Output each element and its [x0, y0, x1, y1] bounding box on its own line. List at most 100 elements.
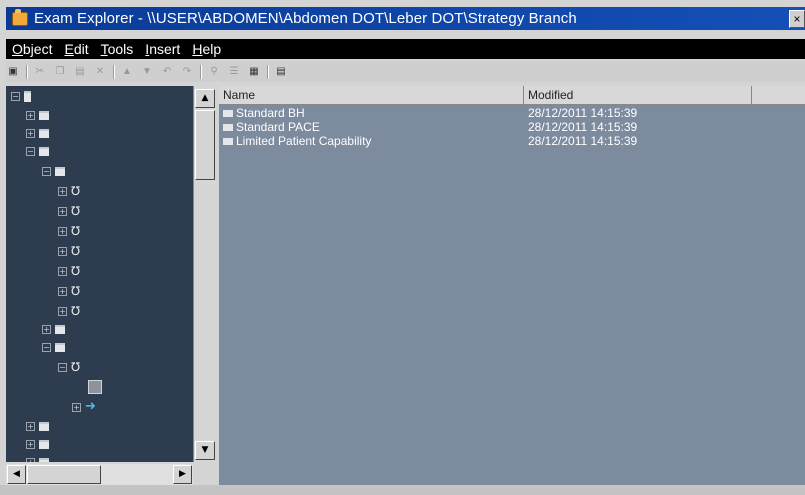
folder-icon	[55, 166, 65, 176]
tree-node[interactable]: + ➜	[72, 400, 96, 414]
menu-edit[interactable]: Edit	[64, 41, 88, 57]
list-item[interactable]: Standard BH 28/12/2011 14:15:39	[219, 106, 805, 120]
print-icon[interactable]: ▤	[274, 66, 288, 78]
view-icon[interactable]: ▣	[6, 66, 20, 78]
tree-node[interactable]: −	[42, 340, 65, 354]
tree-node[interactable]: +	[26, 108, 49, 122]
tree-node[interactable]: −	[11, 89, 31, 103]
stethoscope-icon: ℧	[71, 244, 81, 258]
tree-node[interactable]: +	[26, 126, 49, 140]
scroll-up-button[interactable]: ▲	[195, 89, 215, 108]
expand-icon[interactable]: +	[58, 206, 67, 216]
horizontal-scroll-thumb[interactable]	[27, 465, 101, 484]
arrow-icon: ➜	[85, 399, 96, 414]
scroll-right-button[interactable]: ▶	[173, 465, 192, 484]
toolbar: ▣ ✂ ❐ ▤ ✕ ▲ ▼ ↶ ↷ ⚲ ☰ ▦ ▤	[6, 61, 805, 82]
list-item-modified: 28/12/2011 14:15:39	[528, 106, 638, 120]
list-pane[interactable]: Name Modified Standard BH 28/12/2011 14:1…	[219, 86, 805, 485]
close-button[interactable]: ×	[789, 10, 805, 28]
list-item[interactable]: Standard PACE 28/12/2011 14:15:39	[219, 120, 805, 134]
up-icon[interactable]: ▲	[120, 66, 134, 78]
down-icon[interactable]: ▼	[140, 66, 154, 78]
list-item-label: Standard BH	[236, 106, 305, 120]
tree-horizontal-scrollbar[interactable]: ◀ ▶	[6, 464, 193, 485]
folder-icon	[39, 110, 49, 120]
toolbar-separator	[26, 64, 28, 79]
stethoscope-icon: ℧	[71, 204, 81, 218]
tree-node[interactable]: + ℧	[58, 264, 80, 278]
toolbar-separator	[267, 64, 269, 79]
stethoscope-icon: ℧	[71, 284, 81, 298]
tree-node[interactable]: + ℧	[58, 304, 80, 318]
list-item-modified: 28/12/2011 14:15:39	[528, 120, 638, 134]
expand-icon[interactable]: +	[26, 457, 35, 462]
tree-node[interactable]: + ℧	[58, 224, 80, 238]
menu-object[interactable]: Object	[12, 41, 52, 57]
expand-icon[interactable]: +	[58, 186, 67, 196]
menu-help[interactable]: Help	[192, 41, 221, 57]
folder-icon	[39, 457, 49, 462]
collapse-icon[interactable]: −	[26, 146, 35, 156]
cut-icon[interactable]: ✂	[33, 66, 47, 78]
copy-icon[interactable]: ❐	[53, 66, 67, 78]
tree-node[interactable]: − ℧	[58, 360, 80, 374]
folder-icon	[39, 128, 49, 138]
find-icon[interactable]: ⚲	[207, 66, 221, 78]
scroll-down-button[interactable]: ▼	[195, 441, 215, 460]
tree-node[interactable]: +	[26, 419, 49, 433]
expand-icon[interactable]: +	[26, 110, 35, 120]
expand-icon[interactable]: +	[26, 439, 35, 449]
tree-node[interactable]: + ℧	[58, 184, 80, 198]
strategy-icon	[223, 123, 233, 131]
tree-vertical-scrollbar[interactable]: ▲ ▼	[193, 86, 216, 462]
tree-node[interactable]	[88, 380, 102, 394]
save-icon[interactable]: ▦	[247, 66, 261, 78]
tree-node[interactable]: +	[42, 322, 65, 336]
expand-icon[interactable]: +	[58, 306, 67, 316]
menu-insert[interactable]: Insert	[145, 41, 180, 57]
tree-node[interactable]: + ℧	[58, 244, 80, 258]
menu-tools[interactable]: Tools	[101, 41, 134, 57]
title-bar[interactable]: Exam Explorer - \\USER\ABDOMEN\Abdomen D…	[6, 7, 805, 30]
list-item-label: Standard PACE	[236, 120, 320, 134]
tree-node[interactable]: +	[26, 455, 49, 462]
expand-icon[interactable]: +	[58, 246, 67, 256]
expand-icon[interactable]: +	[58, 226, 67, 236]
scroll-thumb[interactable]	[195, 110, 215, 180]
list-item-name: Standard PACE	[223, 120, 320, 134]
exam-explorer-window: Exam Explorer - \\USER\ABDOMEN\Abdomen D…	[0, 0, 805, 495]
properties-icon[interactable]: ☰	[227, 66, 241, 78]
list-item[interactable]: Limited Patient Capability 28/12/2011 14:…	[219, 134, 805, 148]
scroll-left-button[interactable]: ◀	[7, 465, 26, 484]
tree-node[interactable]: + ℧	[58, 284, 80, 298]
folder-icon	[39, 421, 49, 431]
collapse-icon[interactable]: −	[42, 166, 51, 176]
list-item-name: Standard BH	[223, 106, 305, 120]
collapse-icon[interactable]: −	[58, 362, 67, 372]
tree-node[interactable]: −	[42, 164, 65, 178]
tree-node[interactable]: + ℧	[58, 204, 80, 218]
status-bar	[0, 485, 805, 495]
collapse-icon[interactable]: −	[42, 342, 51, 352]
tree-node[interactable]: +	[26, 437, 49, 451]
redo-icon[interactable]: ↷	[180, 66, 194, 78]
expand-icon[interactable]: +	[72, 402, 81, 412]
list-item-label: Limited Patient Capability	[236, 134, 372, 148]
expand-icon[interactable]: +	[58, 286, 67, 296]
expand-icon[interactable]: +	[26, 421, 35, 431]
expand-icon[interactable]: +	[26, 128, 35, 138]
tree-node[interactable]: −	[26, 144, 49, 158]
column-header-modified[interactable]: Modified	[524, 86, 752, 104]
toolbar-separator	[113, 64, 115, 79]
expand-icon[interactable]: +	[58, 266, 67, 276]
collapse-icon[interactable]: −	[11, 91, 20, 101]
column-header-name[interactable]: Name	[219, 86, 524, 104]
undo-icon[interactable]: ↶	[160, 66, 174, 78]
menu-bar: Object Edit Tools Insert Help	[6, 39, 805, 59]
list-item-name: Limited Patient Capability	[223, 134, 371, 148]
expand-icon[interactable]: +	[42, 324, 51, 334]
document-icon	[88, 380, 102, 394]
paste-icon[interactable]: ▤	[73, 66, 87, 78]
tree-pane[interactable]: − + + − − + ℧ + ℧ + ℧ + ℧ + ℧ + ℧ + ℧ + − − ℧ + ➜ + + +	[6, 86, 193, 462]
delete-icon[interactable]: ✕	[93, 66, 107, 78]
